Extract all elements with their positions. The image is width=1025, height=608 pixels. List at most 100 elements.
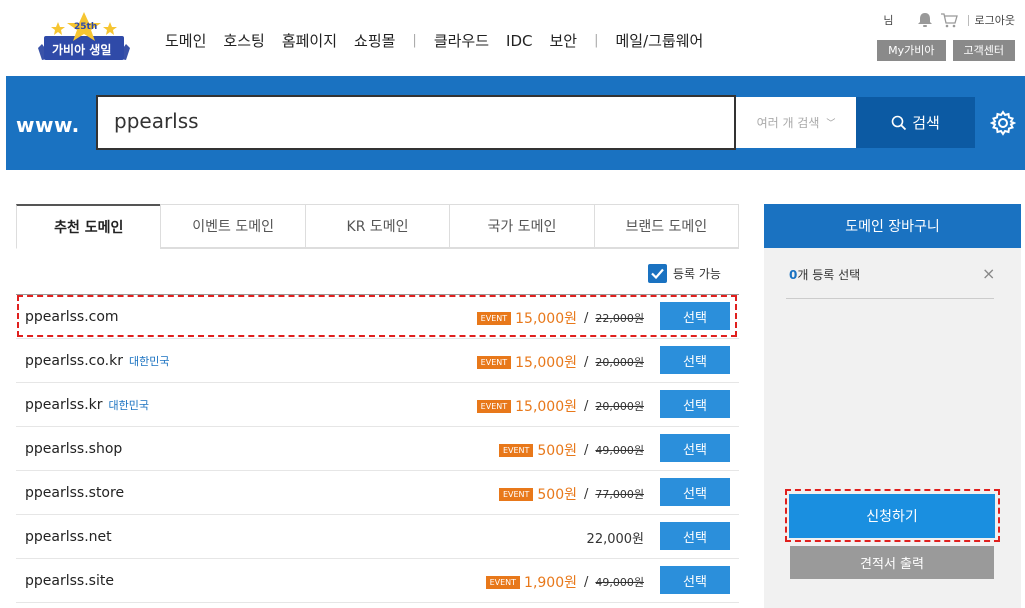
checkbox-checked-icon <box>648 264 667 283</box>
logo-text: 가비아 생일 <box>52 43 112 57</box>
available-label: 등록 가능 <box>673 267 721 281</box>
original-price: 49,000원 <box>595 576 644 589</box>
tab-kr[interactable]: KR 도메인 <box>304 204 450 248</box>
search-band: www. 여러 개 검색 ﹀ 검색 <box>6 76 1025 170</box>
tab-recommended[interactable]: 추천 도메인 <box>16 204 161 249</box>
domain-name-text: ppearlss.site <box>25 573 114 589</box>
select-button[interactable]: 선택 <box>660 302 730 330</box>
customer-center-button[interactable]: 고객센터 <box>952 40 1015 61</box>
domain-price: EVENT 15,000원 / 20,000원 <box>476 352 644 372</box>
nav-homepage[interactable]: 홈페이지 <box>282 30 337 51</box>
domain-name: ppearlss.net <box>25 529 112 545</box>
user-name-suffix: 님 <box>883 14 894 27</box>
print-quote-button[interactable]: 견적서 출력 <box>790 546 994 579</box>
cart-divider <box>786 298 994 299</box>
domain-row: ppearlss.shop EVENT 500원 / 49,000원 선택 <box>16 427 739 471</box>
nav-mail-groupware[interactable]: 메일/그룹웨어 <box>615 30 703 51</box>
multi-search-dropdown[interactable]: 여러 개 검색 ﹀ <box>736 97 856 148</box>
nav-shoppingmall[interactable]: 쇼핑몰 <box>354 30 395 51</box>
regular-price: 22,000원 <box>586 532 644 547</box>
search-button-label: 검색 <box>912 114 940 132</box>
domain-name-text: ppearlss.store <box>25 485 125 501</box>
domain-name: ppearlss.site <box>25 573 114 589</box>
domain-row: ppearlss.kr 대한민국 EVENT 15,000원 / 20,000원 선택 <box>16 383 739 427</box>
domain-row: ppearlss.com EVENT 15,000원 / 22,000원 선택 <box>16 295 739 339</box>
domain-name-text: ppearlss.kr <box>25 397 103 413</box>
domain-price: EVENT 15,000원 / 22,000원 <box>476 308 644 328</box>
domain-name-text: ppearlss.shop <box>25 441 123 457</box>
sale-price: 15,000원 <box>515 311 577 327</box>
price-separator: / <box>584 442 589 458</box>
price-separator: / <box>584 398 589 414</box>
my-gabia-button[interactable]: My가비아 <box>877 40 946 61</box>
domain-name: ppearlss.kr 대한민국 <box>25 397 149 413</box>
gear-icon[interactable] <box>990 110 1016 136</box>
domain-row: ppearlss.site EVENT 1,900원 / 49,000원 선택 <box>16 559 739 603</box>
original-price: 77,000원 <box>595 488 644 501</box>
cart-title: 도메인 장바구니 <box>764 204 1021 248</box>
sale-price: 500원 <box>537 443 577 459</box>
logo-image <box>38 12 130 60</box>
select-button[interactable]: 선택 <box>660 522 730 550</box>
tab-country[interactable]: 국가 도메인 <box>449 204 594 248</box>
nav-cloud[interactable]: 클라우드 <box>434 30 489 51</box>
domain-result-list: ppearlss.com EVENT 15,000원/22,000원 선택 ppearl… <box>16 294 739 603</box>
search-button[interactable]: 검색 <box>856 97 975 148</box>
tab-brand[interactable]: 브랜드 도메인 <box>593 204 740 248</box>
event-badge: EVENT <box>485 575 521 589</box>
domain-search-box <box>96 95 736 150</box>
utility-bar: 님 로그아웃 <box>883 12 1015 28</box>
logo-badge-text: 25th <box>74 22 98 32</box>
domain-country-tag: 대한민국 <box>128 355 170 368</box>
select-button[interactable]: 선택 <box>660 478 730 506</box>
nav-idc[interactable]: IDC <box>506 32 532 50</box>
domain-price: EVENT 500원 / 77,000원 <box>498 484 644 504</box>
original-price: 22,000원 <box>595 312 644 325</box>
sale-price: 1,900원 <box>524 575 577 591</box>
domain-name: ppearlss.store <box>25 485 124 501</box>
nav-hosting[interactable]: 호스팅 <box>223 30 264 51</box>
price-separator: / <box>584 574 589 590</box>
apply-button[interactable]: 신청하기 <box>789 494 995 538</box>
nav-separator: | <box>594 33 599 48</box>
select-button[interactable]: 선택 <box>660 346 730 374</box>
domain-row: ppearlss.net 22,000원 선택 <box>16 515 739 559</box>
domain-name: ppearlss.shop <box>25 441 122 457</box>
sale-price: 15,000원 <box>515 399 577 415</box>
original-price: 20,000원 <box>595 400 644 413</box>
domain-price: EVENT 15,000원 / 20,000원 <box>476 396 644 416</box>
event-badge: EVENT <box>476 311 512 325</box>
domain-name-text: ppearlss.com <box>25 309 119 325</box>
sale-price: 500원 <box>537 487 577 503</box>
nav-separator: | <box>412 33 417 48</box>
close-icon[interactable]: × <box>982 264 995 283</box>
available-only-checkbox[interactable]: 등록 가능 <box>648 264 721 283</box>
event-badge: EVENT <box>498 487 534 501</box>
select-button[interactable]: 선택 <box>660 566 730 594</box>
nav-security[interactable]: 보안 <box>549 30 577 51</box>
tab-event[interactable]: 이벤트 도메인 <box>160 204 305 248</box>
domain-search-input[interactable] <box>114 109 674 133</box>
gabia-25th-logo[interactable]: 25th 가비아 생일 <box>34 10 134 68</box>
search-icon <box>891 115 907 130</box>
select-button[interactable]: 선택 <box>660 390 730 418</box>
domain-name-text: ppearlss.co.kr <box>25 353 123 369</box>
domain-row: ppearlss.store EVENT 500원 / 77,000원 선택 <box>16 471 739 515</box>
sale-price: 15,000원 <box>515 355 577 371</box>
main-nav: 도메인 호스팅 홈페이지 쇼핑몰 | 클라우드 IDC 보안 | 메일/그룹웨어 <box>165 30 720 51</box>
select-button[interactable]: 선택 <box>660 434 730 462</box>
cart-icon[interactable] <box>940 12 958 28</box>
chevron-down-icon: ﹀ <box>826 119 836 129</box>
domain-name-text: ppearlss.net <box>25 529 112 545</box>
domain-category-tabs: 추천 도메인 이벤트 도메인 KR 도메인 국가 도메인 브랜드 도메인 <box>16 204 740 249</box>
event-badge: EVENT <box>498 443 534 457</box>
logout-link[interactable]: 로그아웃 <box>975 12 1015 28</box>
cart-count-text: 0개 등록 선택 <box>789 266 860 283</box>
util-divider <box>967 14 969 26</box>
bell-icon[interactable] <box>916 12 934 28</box>
domain-price: 22,000원 <box>587 528 644 547</box>
event-badge: EVENT <box>476 355 512 369</box>
event-badge: EVENT <box>476 399 512 413</box>
price-separator: / <box>584 354 589 370</box>
nav-domain[interactable]: 도메인 <box>165 30 206 51</box>
